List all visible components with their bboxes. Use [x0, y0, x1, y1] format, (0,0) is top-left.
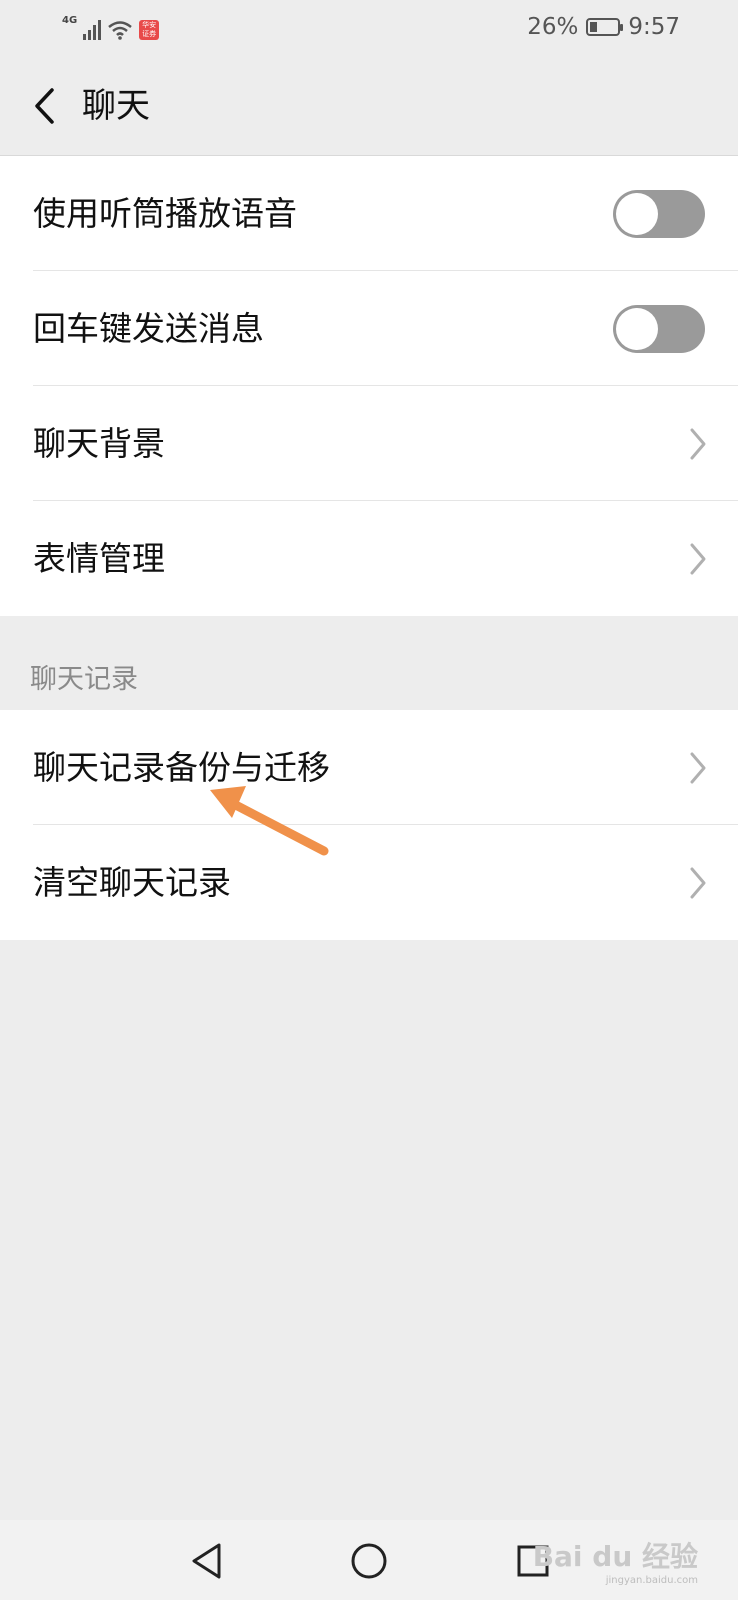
- setting-label: 聊天背景: [33, 424, 165, 463]
- chevron-right-icon: [690, 543, 706, 575]
- nav-home-button[interactable]: [348, 1540, 390, 1582]
- back-triangle-icon: [192, 1543, 221, 1579]
- clock: 9:57: [628, 14, 680, 40]
- chevron-right-icon: [690, 752, 706, 784]
- setting-label: 聊天记录备份与迁移: [33, 748, 330, 787]
- nav-back-button[interactable]: [185, 1540, 227, 1582]
- setting-label: 回车键发送消息: [33, 309, 264, 348]
- title-bar: 聊天: [0, 56, 738, 156]
- settings-group-chat-history: 聊天记录备份与迁移 清空聊天记录: [0, 710, 738, 940]
- battery-percent: 26%: [527, 14, 579, 40]
- app-badge-text: 华安证券: [142, 21, 157, 38]
- watermark-url: jingyan.baidu.com: [605, 1575, 698, 1586]
- baidu-jingyan-watermark: Bai du 经验 jingyan.baidu.com: [533, 1535, 698, 1586]
- battery-fill: [590, 22, 598, 32]
- watermark-brand: Bai du 经验: [532, 1540, 698, 1573]
- chevron-right-icon: [690, 867, 706, 899]
- setting-enter-to-send[interactable]: 回车键发送消息: [0, 271, 738, 386]
- setting-label: 使用听筒播放语音: [33, 194, 297, 233]
- status-right: 26% 9:57: [527, 14, 680, 40]
- chevron-left-icon: [35, 88, 54, 124]
- chevron-right-icon: [690, 428, 706, 460]
- wifi-icon: [108, 21, 132, 40]
- setting-earpiece-audio[interactable]: 使用听筒播放语音: [0, 156, 738, 271]
- home-circle-icon: [351, 1543, 387, 1579]
- setting-sticker-management[interactable]: 表情管理: [0, 501, 738, 616]
- toggle-knob: [616, 193, 658, 235]
- status-bar: 4G 华安证券 26% 9:57: [0, 0, 738, 56]
- status-left: 4G 华安证券: [62, 15, 160, 40]
- setting-label: 清空聊天记录: [33, 863, 231, 902]
- settings-group-general: 使用听筒播放语音 回车键发送消息 聊天背景 表情管理: [0, 156, 738, 616]
- app-notification-icon: 华安证券: [139, 20, 160, 40]
- earpiece-toggle[interactable]: [613, 190, 705, 238]
- enter-send-toggle[interactable]: [613, 305, 705, 353]
- toggle-knob: [616, 308, 658, 350]
- network-type: 4G: [62, 15, 78, 26]
- section-header-chat-history: 聊天记录: [30, 664, 138, 695]
- setting-label: 表情管理: [33, 539, 165, 578]
- setting-chat-background[interactable]: 聊天背景: [0, 386, 738, 501]
- setting-backup-migrate[interactable]: 聊天记录备份与迁移: [0, 710, 738, 825]
- signal-icon: [83, 18, 102, 40]
- back-button[interactable]: [24, 84, 64, 128]
- page-title: 聊天: [82, 86, 150, 126]
- setting-clear-history[interactable]: 清空聊天记录: [0, 825, 738, 940]
- navigation-bar: Bai du 经验 jingyan.baidu.com: [0, 1520, 738, 1600]
- battery-icon: [586, 18, 624, 36]
